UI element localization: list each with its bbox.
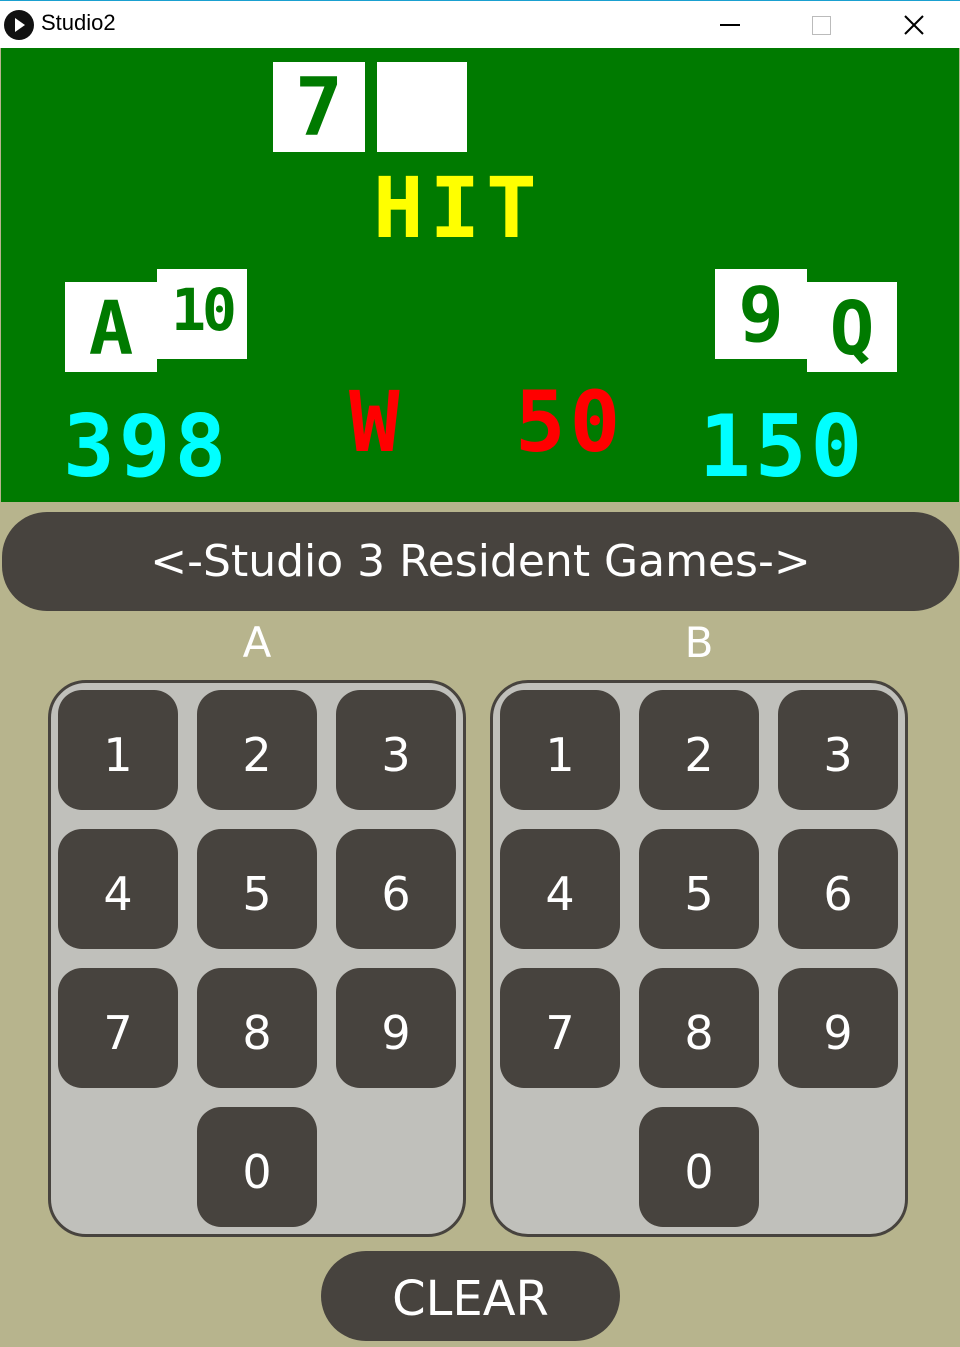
- keypad-b-key-7[interactable]: 7: [500, 968, 620, 1088]
- keypad-a-key-9[interactable]: 9: [336, 968, 456, 1088]
- window-title: Studio2: [41, 10, 116, 35]
- resident-games-button[interactable]: <-Studio 3 Resident Games->: [2, 512, 959, 611]
- maximize-icon: [812, 16, 831, 35]
- round-result: W: [349, 373, 400, 471]
- keypad-b-key-0[interactable]: 0: [639, 1107, 759, 1227]
- dealer-card-blank: [377, 62, 467, 152]
- keypad-a-key-2[interactable]: 2: [197, 690, 317, 810]
- player-b-score: 150: [699, 397, 867, 497]
- player-b-card-2-value: Q: [829, 286, 875, 372]
- keypad-a-key-5[interactable]: 5: [197, 829, 317, 949]
- pad-a-label: A: [242, 618, 272, 667]
- keypad-b-key-3[interactable]: 3: [778, 690, 898, 810]
- close-icon: [904, 15, 924, 35]
- player-b-card-1-value: 9: [738, 270, 784, 359]
- player-a-score: 398: [63, 397, 231, 497]
- maximize-button[interactable]: [776, 1, 868, 48]
- keypad-a-key-1[interactable]: 1: [58, 690, 178, 810]
- keypad-b-key-6[interactable]: 6: [778, 829, 898, 949]
- dealer-card-value: 7: [294, 61, 344, 154]
- keypad-a-key-7[interactable]: 7: [58, 968, 178, 1088]
- bet-amount: 50: [515, 373, 625, 471]
- game-screen: 7 HIT A 10 9 Q W 50 398 150: [1, 48, 959, 502]
- keypad-a-key-3[interactable]: 3: [336, 690, 456, 810]
- player-a-card-2: 10: [157, 269, 247, 359]
- keypad-a-key-0[interactable]: 0: [197, 1107, 317, 1227]
- player-b-card-1: 9: [715, 269, 807, 359]
- keypad-b-key-9[interactable]: 9: [778, 968, 898, 1088]
- keypad-a: 1 2 3 4 5 6 7 8 9 0: [48, 680, 466, 1237]
- keypad-b-key-8[interactable]: 8: [639, 968, 759, 1088]
- keypad-b: 1 2 3 4 5 6 7 8 9 0: [490, 680, 908, 1237]
- keypad-b-key-2[interactable]: 2: [639, 690, 759, 810]
- player-a-card-2-value: 10: [171, 276, 237, 344]
- keypad-a-key-4[interactable]: 4: [58, 829, 178, 949]
- keypad-b-key-1[interactable]: 1: [500, 690, 620, 810]
- keypad-a-key-6[interactable]: 6: [336, 829, 456, 949]
- dealer-card: 7: [273, 62, 365, 152]
- status-text: HIT: [373, 159, 543, 257]
- app-icon: [4, 10, 34, 40]
- title-bar: Studio2: [0, 0, 960, 48]
- player-a-card-1-value: A: [88, 286, 134, 372]
- minimize-button[interactable]: [684, 1, 776, 48]
- minimize-icon: [720, 24, 740, 26]
- pad-b-label: B: [684, 618, 714, 667]
- close-button[interactable]: [868, 1, 960, 48]
- keypad-b-key-5[interactable]: 5: [639, 829, 759, 949]
- player-b-card-2: Q: [807, 282, 897, 372]
- keypad-b-key-4[interactable]: 4: [500, 829, 620, 949]
- player-a-card-1: A: [65, 282, 157, 372]
- keypad-a-key-8[interactable]: 8: [197, 968, 317, 1088]
- clear-button[interactable]: CLEAR: [321, 1251, 620, 1341]
